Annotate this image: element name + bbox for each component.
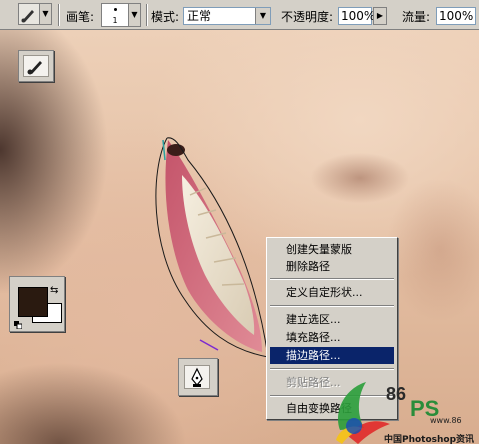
flow-field[interactable]: 100%: [436, 7, 476, 25]
pen-tool-palette[interactable]: [178, 358, 218, 396]
brush-icon: [21, 10, 34, 23]
brush-tool-palette[interactable]: [18, 50, 54, 82]
tool-preset-picker[interactable]: [18, 3, 40, 25]
brush-dropdown-arrow[interactable]: ▼: [129, 3, 141, 27]
menu-item-create-vector-mask[interactable]: 创建矢量蒙版: [270, 241, 394, 258]
menu-separator: [270, 305, 394, 307]
watermark-site-name: 中国Photoshop资讯: [384, 435, 475, 445]
foreground-color-swatch[interactable]: [18, 287, 48, 317]
mode-label: 模式:: [151, 10, 180, 24]
menu-item-fill-path[interactable]: 填充路径...: [270, 329, 394, 346]
pen-icon: [191, 367, 203, 387]
options-bar: ▼ 画笔: 1 ▼ 模式: 正常 ▼ 不透明度: 100% ▶ 流量: 100%: [0, 0, 479, 30]
menu-separator: [270, 278, 394, 280]
menu-item-define-custom-shape[interactable]: 定义自定形状...: [270, 284, 394, 301]
tool-preset-dropdown-arrow[interactable]: ▼: [40, 3, 52, 25]
watermark-url: www.86: [430, 416, 462, 425]
separator: [146, 4, 148, 26]
separator: [58, 4, 60, 26]
flow-value: 100%: [439, 9, 474, 23]
opacity-value: 100%: [341, 9, 376, 23]
brush-label: 画笔:: [66, 10, 95, 24]
brush-tip-dot: [114, 8, 117, 11]
swap-colors-icon[interactable]: ⇆: [50, 285, 58, 296]
mode-value: 正常: [187, 9, 212, 23]
brush-size-value: 1: [112, 16, 118, 25]
brush-icon: [27, 61, 42, 75]
menu-item-delete-path[interactable]: 删除路径: [270, 258, 394, 275]
watermark-number: 86: [386, 384, 406, 404]
default-colors-icon[interactable]: [14, 321, 22, 329]
menu-item-stroke-path[interactable]: 描边路径...: [270, 347, 394, 364]
mode-select[interactable]: 正常 ▼: [183, 7, 271, 25]
brush-tool-button[interactable]: [23, 55, 49, 77]
brush-size-preview[interactable]: 1: [101, 3, 129, 27]
chevron-down-icon: ▼: [255, 8, 270, 24]
opacity-field[interactable]: 100%: [338, 7, 376, 25]
opacity-slider-button[interactable]: ▶: [373, 7, 387, 25]
menu-item-make-selection[interactable]: 建立选区...: [270, 311, 394, 328]
pen-tool-button[interactable]: [184, 365, 210, 389]
color-swatches-palette: ⇆: [9, 276, 65, 332]
flow-label: 流量:: [402, 10, 431, 24]
opacity-label: 不透明度:: [281, 10, 334, 24]
